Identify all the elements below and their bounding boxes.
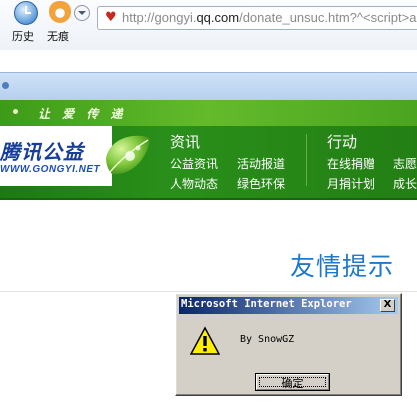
incognito-button[interactable]: 无痕 (41, 0, 75, 46)
nav-link-green[interactable]: 绿色环保 (237, 175, 285, 192)
bullet-icon (13, 109, 18, 114)
ok-button-label: 确定 (281, 377, 304, 390)
nav-title-action[interactable]: 行动 (327, 131, 357, 152)
nav-title-news[interactable]: 资讯 (170, 131, 200, 152)
logo-text: 腾讯公益 (0, 140, 84, 164)
chevron-down-icon[interactable] (74, 5, 90, 21)
warning-icon (190, 326, 220, 355)
tab-indicator-icon (2, 82, 9, 89)
browser-toolbar: 历史 无痕 ♥ http://gongyi.qq.com/donate_unsu… (0, 0, 417, 50)
ok-button[interactable]: 确定 (255, 373, 330, 391)
history-label: 历史 (12, 30, 34, 43)
nav-divider (306, 134, 307, 186)
alert-dialog: Microsoft Internet Explorer X By SnowGZ … (175, 293, 402, 396)
nav-link-news[interactable]: 公益资讯 (170, 155, 218, 172)
leaf-icon (106, 135, 150, 175)
site-logo[interactable]: 腾讯公益 WWW.GONGYI.NET (0, 126, 112, 186)
tab-bar (0, 72, 417, 101)
dialog-title: Microsoft Internet Explorer (181, 298, 352, 310)
logo-url: WWW.GONGYI.NET (0, 164, 101, 175)
nav-link-monthly[interactable]: 月捐计划 (327, 175, 375, 192)
nav-link-people[interactable]: 人物动态 (170, 175, 218, 192)
address-url[interactable]: http://gongyi.qq.com/donate_unsuc.htm?^<… (122, 10, 416, 25)
nav-link-donate[interactable]: 在线捐赠 (327, 155, 375, 172)
incognito-label: 无痕 (47, 30, 69, 43)
address-bar[interactable]: ♥ http://gongyi.qq.com/donate_unsuc.htm?… (97, 6, 417, 30)
nav-link-growth[interactable]: 成长 (393, 175, 417, 192)
paw-icon (49, 1, 71, 23)
history-button[interactable]: 历史 (6, 0, 40, 46)
slogan-text: 让 爱 传 递 (38, 107, 127, 121)
heart-icon: ♥ (105, 10, 117, 25)
toolbar-strip (0, 50, 417, 72)
slogan-bar: 让 爱 传 递 (0, 100, 417, 126)
site-header: 腾讯公益 WWW.GONGYI.NET 资讯 公益资讯 活动报道 人物动态 绿色… (0, 126, 417, 200)
nav-link-volunteer[interactable]: 志愿 (393, 155, 417, 172)
notice-heading: 友情提示 (290, 252, 395, 281)
nav-link-events[interactable]: 活动报道 (237, 155, 285, 172)
close-button[interactable]: X (380, 299, 395, 312)
divider (0, 291, 417, 292)
dialog-titlebar[interactable]: Microsoft Internet Explorer X (179, 297, 398, 314)
clock-icon (14, 1, 38, 25)
dialog-message: By SnowGZ (240, 334, 295, 345)
